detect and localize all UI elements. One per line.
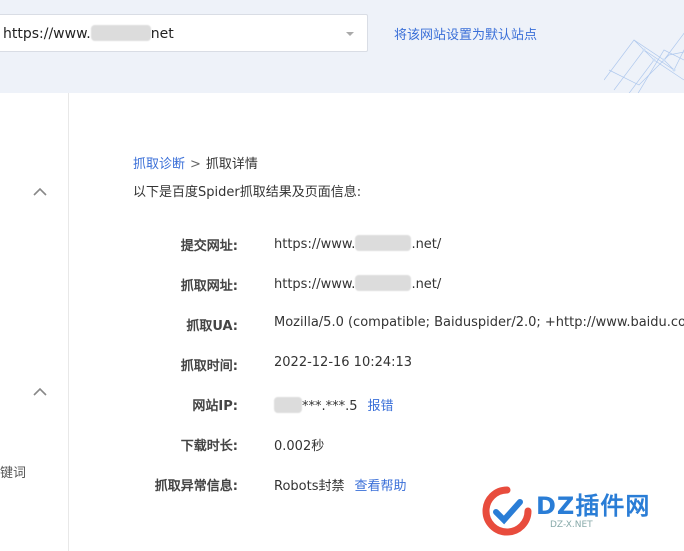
site-selector[interactable]: https://www. net xyxy=(0,14,368,52)
detail-value: Mozilla/5.0 (compatible; Baiduspider/2.0… xyxy=(274,315,684,330)
redacted-domain xyxy=(355,275,412,291)
breadcrumb-current: 抓取详情 xyxy=(205,157,258,172)
intro-text: 以下是百度Spider抓取结果及页面信息: xyxy=(133,185,362,200)
detail-label: 抓取异常信息: xyxy=(154,479,238,494)
detail-row-submit-url: 提交网址: https://www. .net/ xyxy=(0,235,684,255)
url-suffix: .net/ xyxy=(411,237,442,252)
detail-label: 下载时长: xyxy=(180,439,238,454)
detail-value: https://www. .net/ xyxy=(274,235,441,252)
detail-value: ***.***.5 报错 xyxy=(274,395,394,414)
watermark-logo-icon xyxy=(482,486,532,536)
breadcrumb-separator: > xyxy=(190,157,201,172)
watermark-subtext: DZ-X.NET xyxy=(550,520,593,530)
report-error-link[interactable]: 报错 xyxy=(368,399,394,414)
top-bar: https://www. net 将该网站设置为默认站点 xyxy=(0,0,684,93)
breadcrumb: 抓取诊断 > 抓取详情 xyxy=(133,153,258,172)
detail-row-site-ip: 网站IP: ***.***.5 报错 xyxy=(0,395,684,415)
watermark: DZ插件网 DZ-X.NET xyxy=(480,484,680,542)
set-default-site-link[interactable]: 将该网站设置为默认站点 xyxy=(394,24,537,43)
detail-row-crawl-ua: 抓取UA: Mozilla/5.0 (compatible; Baiduspid… xyxy=(0,315,684,335)
detail-label: 网站IP: xyxy=(192,399,238,414)
decorative-mesh-graphic xyxy=(604,32,684,93)
view-help-link[interactable]: 查看帮助 xyxy=(354,479,406,494)
redacted-domain xyxy=(355,235,412,251)
detail-value: 0.002秒 xyxy=(274,439,325,454)
detail-row-crawl-url: 抓取网址: https://www. .net/ xyxy=(0,275,684,295)
detail-value: Robots封禁 查看帮助 xyxy=(274,475,407,494)
detail-row-download-time: 下载时长: 0.002秒 xyxy=(0,435,684,455)
watermark-text: DZ插件网 xyxy=(536,492,651,520)
redacted-ip xyxy=(274,397,302,413)
chevron-up-icon[interactable] xyxy=(32,187,48,197)
site-url-suffix: net xyxy=(150,26,174,42)
detail-label: 抓取网址: xyxy=(180,279,238,294)
redacted-domain xyxy=(90,25,151,41)
site-selector-value: https://www. net xyxy=(3,25,174,42)
site-url-prefix: https://www. xyxy=(3,26,91,42)
detail-label: 提交网址: xyxy=(180,239,238,254)
chevron-down-icon[interactable] xyxy=(345,29,355,39)
url-suffix: .net/ xyxy=(411,277,442,292)
detail-label: 抓取UA: xyxy=(186,319,238,334)
ip-suffix: ***.***.5 xyxy=(302,399,358,414)
detail-value: 2022-12-16 10:24:13 xyxy=(274,355,413,370)
detail-label: 抓取时间: xyxy=(180,359,238,374)
url-prefix: https://www. xyxy=(274,237,356,252)
detail-row-crawl-time: 抓取时间: 2022-12-16 10:24:13 xyxy=(0,355,684,375)
breadcrumb-parent-link[interactable]: 抓取诊断 xyxy=(133,157,185,172)
url-prefix: https://www. xyxy=(274,277,356,292)
error-value: Robots封禁 xyxy=(274,479,345,494)
detail-value: https://www. .net/ xyxy=(274,275,441,292)
